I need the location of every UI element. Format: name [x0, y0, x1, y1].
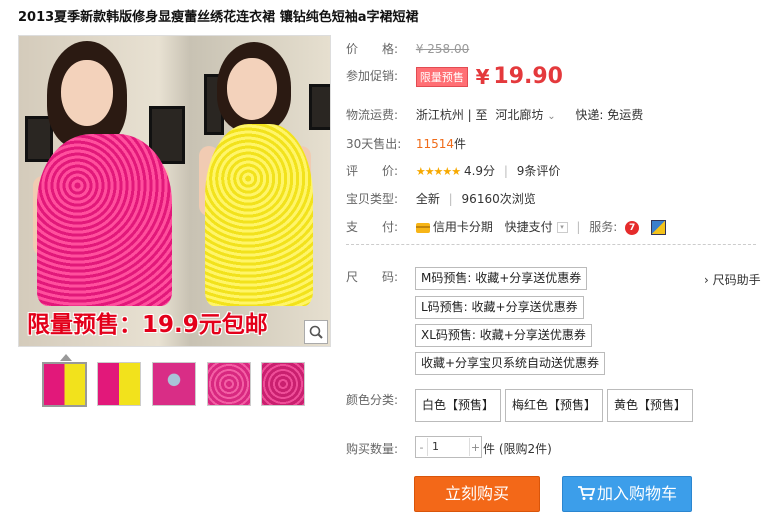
- color-option-white[interactable]: 白色【预售】: [415, 389, 502, 422]
- size-option-xl[interactable]: XL码预售: 收藏+分享送优惠券: [415, 324, 592, 347]
- product-title: 2013夏季新款韩版修身显瘦蕾丝绣花连衣裙 镶钻纯色短袖a字裙短裙: [18, 10, 419, 25]
- currency-symbol: ¥: [475, 64, 490, 89]
- quantity-limit: 件 (限购2件): [483, 442, 552, 456]
- add-to-cart-button[interactable]: 加入购物车: [562, 476, 692, 512]
- price-row: 价 格: ¥ 258.00: [346, 42, 470, 56]
- image-promo-text: 限量预售：19.9元包邮: [27, 312, 268, 338]
- increment-button[interactable]: +: [470, 441, 481, 454]
- color-option-plum[interactable]: 梅红色【预售】: [505, 389, 604, 422]
- credit-installment[interactable]: 信用卡分期: [433, 220, 493, 234]
- ship-from: 浙江杭州: [415, 108, 464, 122]
- main-product-image[interactable]: 限量预售：19.9元包邮: [18, 35, 331, 347]
- thumbnail-3[interactable]: [152, 362, 196, 406]
- decrement-button[interactable]: -: [416, 441, 427, 454]
- guarantee-icon[interactable]: [650, 220, 666, 235]
- cart-icon: [577, 486, 596, 500]
- shipping-row: 物流运费: 浙江杭州 | 至 河北廊坊 ⌄ 快递: 免运费: [346, 108, 644, 122]
- thumbnail-1[interactable]: [42, 362, 87, 407]
- dropdown-icon[interactable]: ▾: [556, 222, 568, 233]
- quantity-input[interactable]: 1: [427, 438, 470, 456]
- add-to-cart-label: 加入购物车: [596, 484, 677, 503]
- model-face: [227, 58, 277, 120]
- reviews-link[interactable]: 9条评价: [517, 164, 561, 178]
- payment-row: 支 付: 信用卡分期 快捷支付 ▾ | 服务: 7: [346, 218, 666, 235]
- zoom-icon[interactable]: [304, 320, 328, 344]
- quantity-label: 购买数量:: [346, 442, 399, 456]
- buy-now-button[interactable]: 立刻购买: [414, 476, 540, 512]
- original-price: ¥ 258.00: [415, 42, 470, 56]
- quantity-stepper: - 1 +: [415, 436, 482, 458]
- credit-card-icon: [415, 222, 430, 233]
- current-price: 19.90: [493, 64, 563, 89]
- sales-count: 11514: [415, 137, 455, 151]
- thumbnail-5[interactable]: [261, 362, 305, 406]
- model-face: [61, 60, 113, 126]
- service-label: 服务:: [589, 220, 618, 234]
- pink-dress: [37, 134, 172, 306]
- seven-day-return-icon[interactable]: 7: [625, 220, 640, 235]
- quick-pay[interactable]: 快捷支付: [505, 220, 553, 234]
- size-option-l[interactable]: L码预售: 收藏+分享送优惠券: [415, 296, 584, 319]
- sales-row: 30天售出: 11514件: [346, 137, 467, 151]
- yellow-dress: [205, 124, 313, 306]
- thumb-indicator-icon: [60, 354, 72, 361]
- chevron-down-icon[interactable]: ⌄: [547, 111, 555, 122]
- promo-tag: 限量预售: [415, 66, 468, 87]
- thumbnail-2[interactable]: [97, 362, 141, 406]
- item-condition: 全新: [415, 192, 440, 206]
- wall-picture: [309, 84, 330, 130]
- color-option-yellow[interactable]: 黄色【预售】: [607, 389, 694, 422]
- express-fee: 快递: 免运费: [575, 108, 644, 122]
- divider: [346, 244, 756, 245]
- view-count: 96160次浏览: [461, 192, 536, 206]
- size-option-m[interactable]: M码预售: 收藏+分享送优惠券: [415, 267, 588, 290]
- size-option-coupon[interactable]: 收藏+分享宝贝系统自动送优惠券: [415, 352, 606, 375]
- color-label: 颜色分类:: [346, 393, 399, 407]
- size-helper-link[interactable]: › 尺码助手: [704, 271, 761, 288]
- item-type-row: 宝贝类型: 全新 | 96160次浏览: [346, 192, 536, 206]
- ship-to-select[interactable]: 河北廊坊: [495, 108, 543, 122]
- rating-stars-icon: ★★★★★: [415, 165, 461, 178]
- thumbnail-4[interactable]: [207, 362, 251, 406]
- rating-row: 评 价: ★★★★★ 4.9分 | 9条评价: [346, 164, 561, 178]
- promo-row: 参加促销: 限量预售 ¥ 19.90: [346, 64, 563, 89]
- rating-score: 4.9分: [463, 164, 496, 178]
- size-label: 尺 码:: [346, 270, 399, 284]
